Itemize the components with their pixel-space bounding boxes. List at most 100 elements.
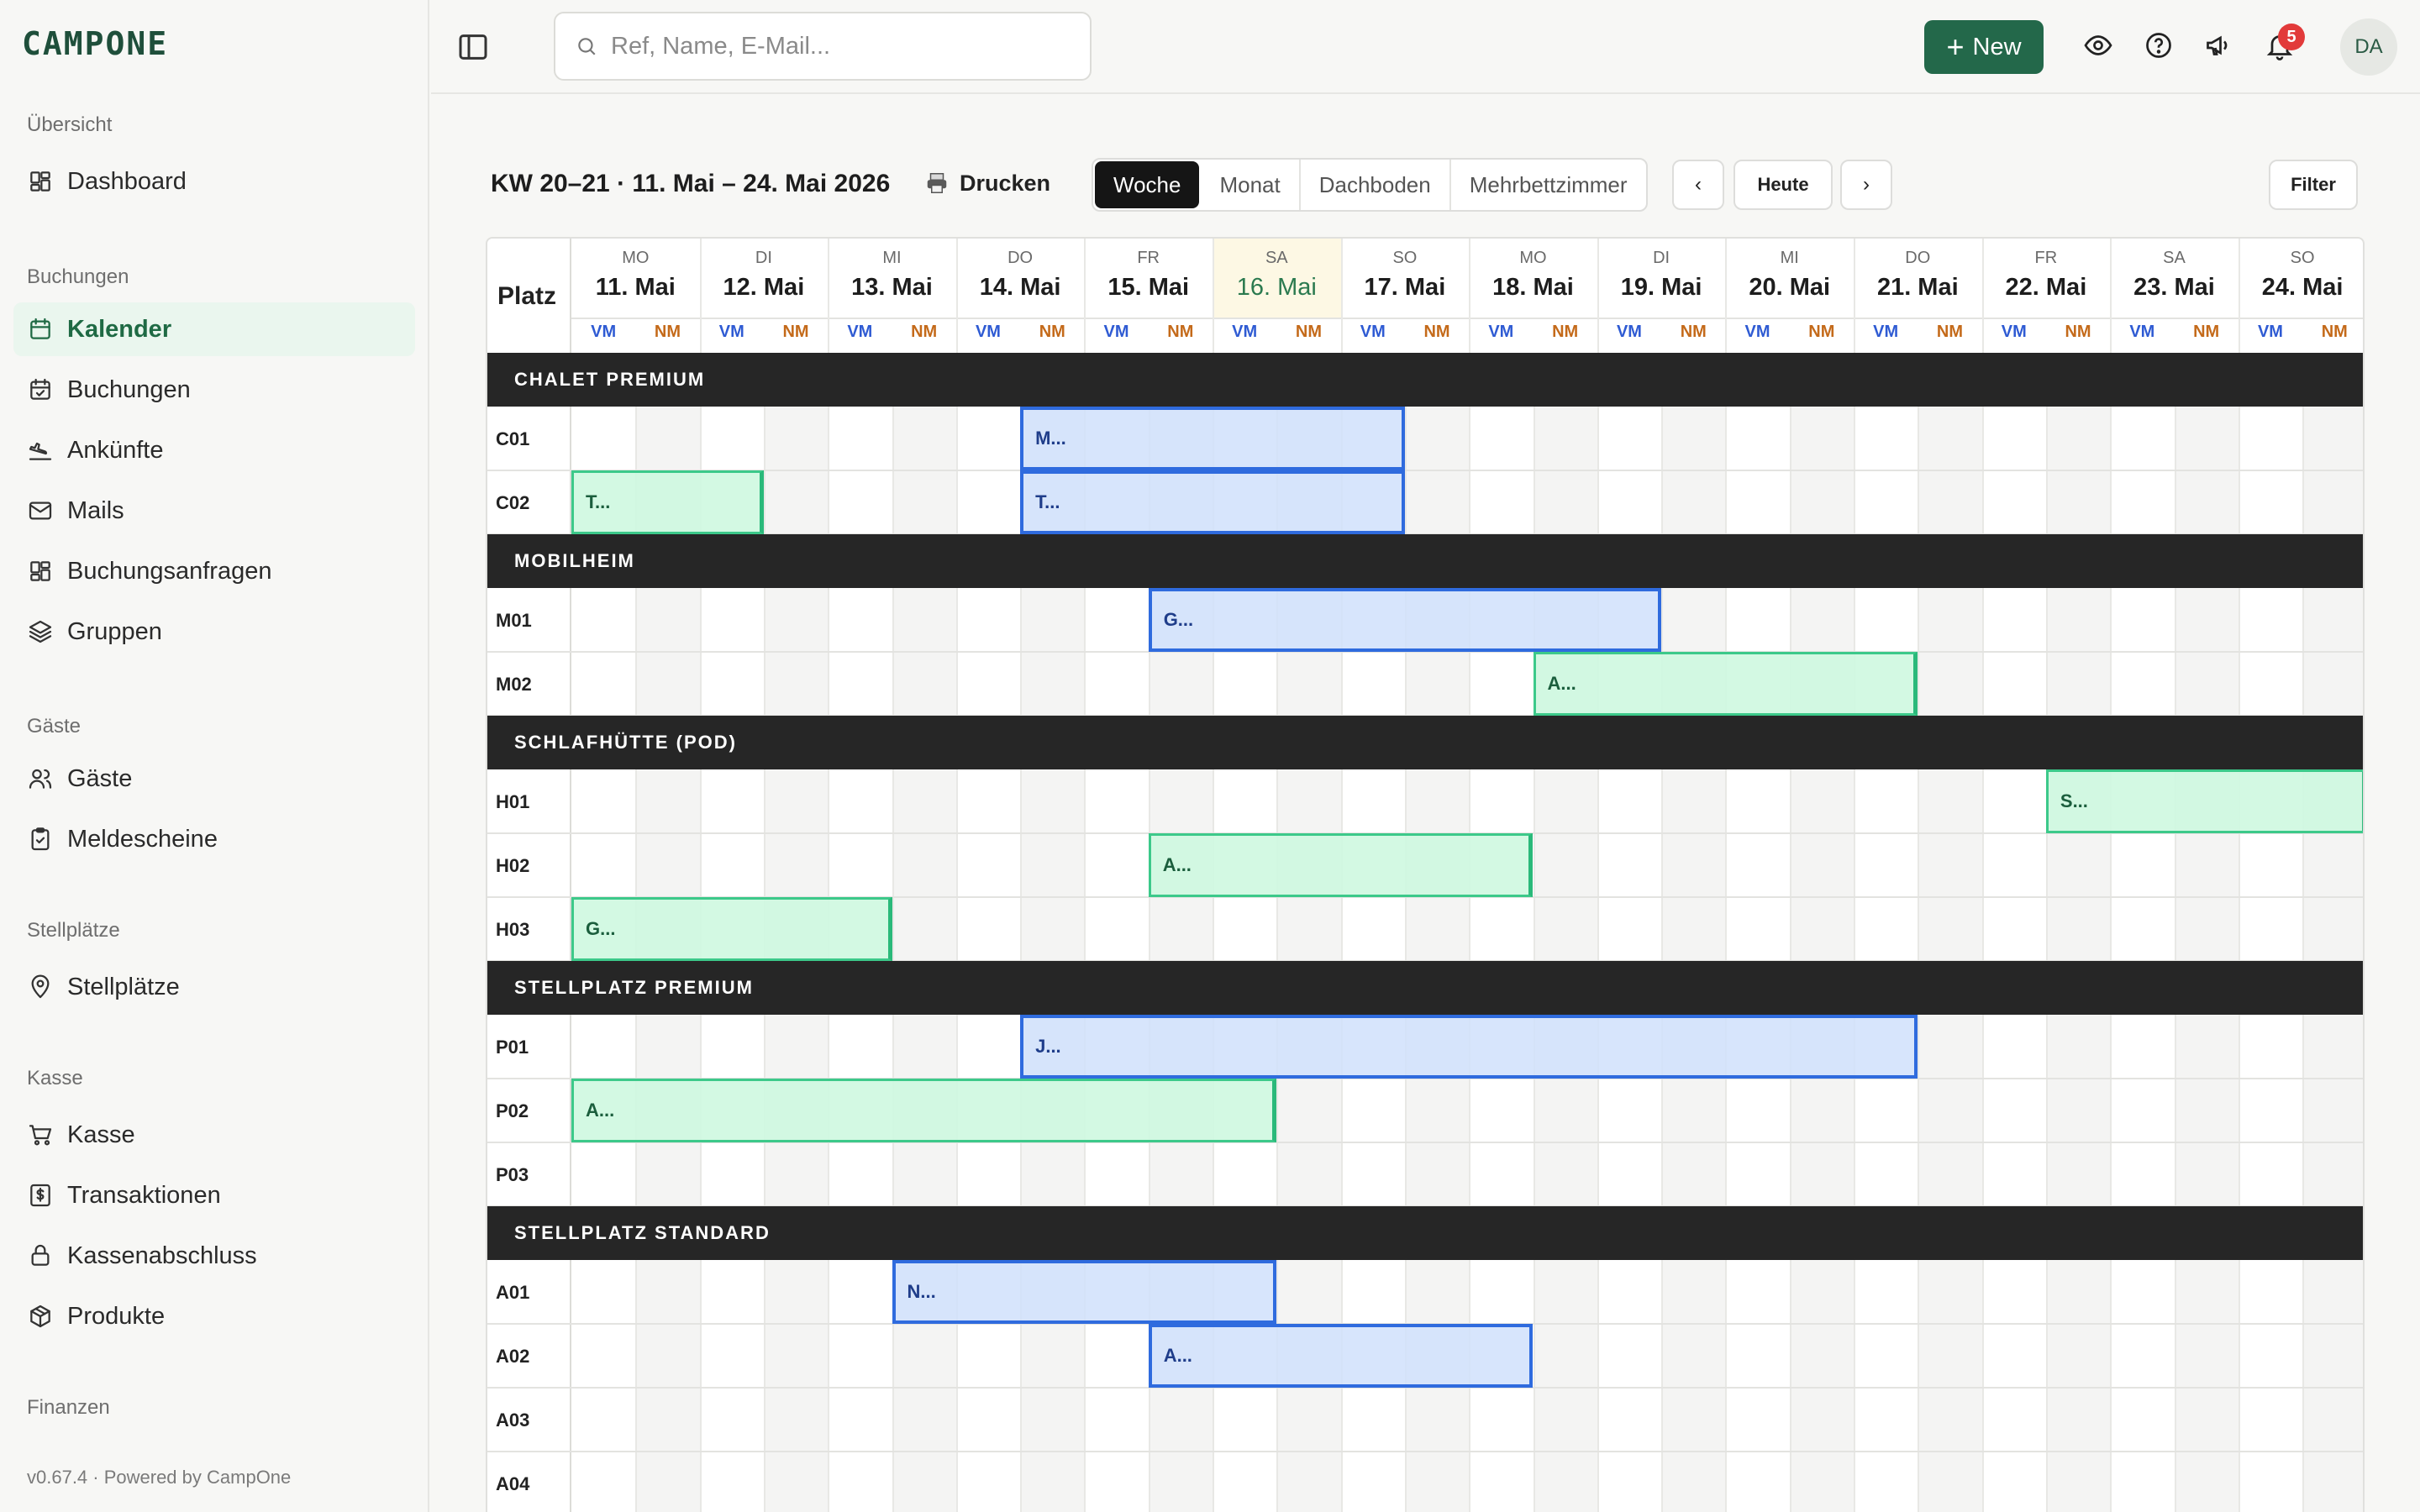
day-header[interactable]: MO 18. Mai <box>1469 239 1597 318</box>
half-day-label: VM <box>847 323 873 341</box>
day-header[interactable]: SO 17. Mai <box>1341 239 1470 318</box>
booking-block[interactable]: J... <box>1020 1015 1918 1079</box>
unit-label: C01 <box>496 428 530 449</box>
booking-block[interactable]: A... <box>571 1079 1277 1142</box>
day-date: 19. Mai <box>1620 274 1702 301</box>
sidebar-item-gäste[interactable]: Gäste <box>13 752 415 806</box>
half-day-label: NM <box>2065 323 2091 341</box>
day-header[interactable]: FR 22. Mai <box>1982 239 2111 318</box>
half-day-label: NM <box>654 323 681 341</box>
next-button[interactable]: › <box>1840 160 1892 210</box>
unit-label: A03 <box>496 1410 530 1431</box>
day-header[interactable]: DI 19. Mai <box>1597 239 1726 318</box>
booking-block[interactable]: A... <box>1533 652 1918 716</box>
sidebar-item-ankünfte[interactable]: Ankünfte <box>13 423 415 477</box>
new-button-label: New <box>1972 33 2022 60</box>
tab-monat[interactable]: Monat <box>1201 160 1301 210</box>
half-day-label: NM <box>911 323 938 341</box>
sidebar-item-gruppen[interactable]: Gruppen <box>13 605 415 659</box>
filter-button[interactable]: Filter <box>2269 160 2358 210</box>
grid-icon <box>30 561 50 581</box>
day-header[interactable]: DO 14. Mai <box>956 239 1085 318</box>
calendar-check-icon <box>30 378 50 400</box>
unit-label: P01 <box>496 1037 529 1058</box>
booking-block[interactable]: N... <box>892 1260 1277 1324</box>
sidebar-item-label: Gäste <box>67 764 133 792</box>
sidebar-item-stellplätze[interactable]: Stellplätze <box>13 960 415 1014</box>
grid-line <box>1854 239 1855 1512</box>
nm-column-shade <box>1533 353 1597 1512</box>
plane-landing-icon <box>29 442 52 460</box>
tab-woche[interactable]: Woche <box>1095 161 1200 208</box>
sidebar-group-label: Übersicht <box>27 113 113 136</box>
sidebar-item-label: Kalender <box>67 315 172 343</box>
booking-block[interactable]: G... <box>571 897 892 961</box>
day-header[interactable]: FR 15. Mai <box>1084 239 1213 318</box>
unit-label: A04 <box>496 1473 530 1494</box>
nm-column-shade <box>1661 353 1726 1512</box>
grid-line <box>2174 353 2176 1512</box>
day-date: 14. Mai <box>979 274 1061 301</box>
tab-dachboden[interactable]: Dachboden <box>1301 160 1451 210</box>
megaphone-icon[interactable] <box>2204 30 2234 60</box>
sidebar-item-transaktionen[interactable]: Transaktionen <box>13 1168 415 1222</box>
sidebar-item-kassenabschluss[interactable]: Kassenabschluss <box>13 1229 415 1283</box>
help-icon[interactable] <box>2144 30 2174 60</box>
avatar[interactable]: DA <box>2340 18 2397 76</box>
nm-column-shade <box>1789 353 1854 1512</box>
day-header[interactable]: SO 24. Mai <box>2238 239 2363 318</box>
today-button[interactable]: Heute <box>1733 160 1833 210</box>
booking-block[interactable]: A... <box>1148 1324 1534 1388</box>
lock-icon <box>31 1244 50 1266</box>
half-day-label: VM <box>1360 323 1386 341</box>
search-field[interactable] <box>554 12 1092 81</box>
sidebar-item-buchungsanfragen[interactable]: Buchungsanfragen <box>13 544 415 598</box>
booking-block[interactable]: M... <box>1020 407 1405 470</box>
booking-block[interactable]: G... <box>1148 588 1662 652</box>
sidebar-item-label: Dashboard <box>67 167 187 195</box>
day-header[interactable]: MI 13. Mai <box>828 239 956 318</box>
sidebar-item-produkte[interactable]: Produkte <box>13 1289 415 1343</box>
sidebar-group-label: Buchungen <box>27 265 129 288</box>
day-header[interactable]: SA 23. Mai <box>2110 239 2238 318</box>
sidebar-item-label: Kasse <box>67 1121 135 1148</box>
day-header[interactable]: MI 20. Mai <box>1725 239 1854 318</box>
new-button[interactable]: + New <box>1924 20 2044 74</box>
sidebar-item-kalender[interactable]: Kalender <box>13 302 415 356</box>
grid-line <box>1918 353 1920 1512</box>
day-header[interactable]: DO 21. Mai <box>1854 239 1982 318</box>
day-header[interactable]: DI 12. Mai <box>700 239 829 318</box>
cart-icon <box>29 1125 52 1146</box>
sidebar-item-label: Transaktionen <box>67 1181 221 1209</box>
sidebar-item-mails[interactable]: Mails <box>13 484 415 538</box>
sidebar-item-kasse[interactable]: Kasse <box>13 1108 415 1162</box>
sidebar-toggle-icon[interactable] <box>456 30 490 64</box>
unit-label: H02 <box>496 855 530 876</box>
day-header[interactable]: SA 16. Mai <box>1213 239 1341 318</box>
day-abbr: SA <box>1265 249 1288 267</box>
app-logo[interactable]: CAMPONE <box>22 25 168 62</box>
eye-icon[interactable] <box>2083 30 2113 60</box>
row-line <box>487 470 2363 471</box>
sidebar-item-meldescheine[interactable]: Meldescheine <box>13 812 415 866</box>
print-button[interactable]: Drucken <box>924 165 1050 202</box>
sidebar-item-label: Meldescheine <box>67 825 218 853</box>
booking-block[interactable]: S... <box>2045 769 2363 833</box>
day-abbr: MI <box>882 249 902 267</box>
sidebar-item-label: Mails <box>67 496 124 524</box>
booking-block[interactable]: T... <box>1020 470 1405 534</box>
sidebar-item-buchungen[interactable]: Buchungen <box>13 363 415 417</box>
sidebar-item-dashboard[interactable]: Dashboard <box>13 155 415 208</box>
booking-block[interactable]: A... <box>1148 833 1534 897</box>
dashboard-icon <box>30 171 50 192</box>
notification-badge: 5 <box>2278 24 2305 50</box>
prev-button[interactable]: ‹ <box>1672 160 1724 210</box>
half-day-label: NM <box>2193 323 2220 341</box>
booking-block[interactable]: T... <box>571 470 764 534</box>
day-header[interactable]: MO 11. Mai <box>571 239 700 318</box>
half-day-label: NM <box>1680 323 1707 341</box>
grid-line <box>1661 353 1664 1512</box>
tab-mehrbettzimmer[interactable]: Mehrbettzimmer <box>1451 160 1646 210</box>
search-input[interactable] <box>611 32 1048 60</box>
grid-line <box>1597 239 1599 1512</box>
